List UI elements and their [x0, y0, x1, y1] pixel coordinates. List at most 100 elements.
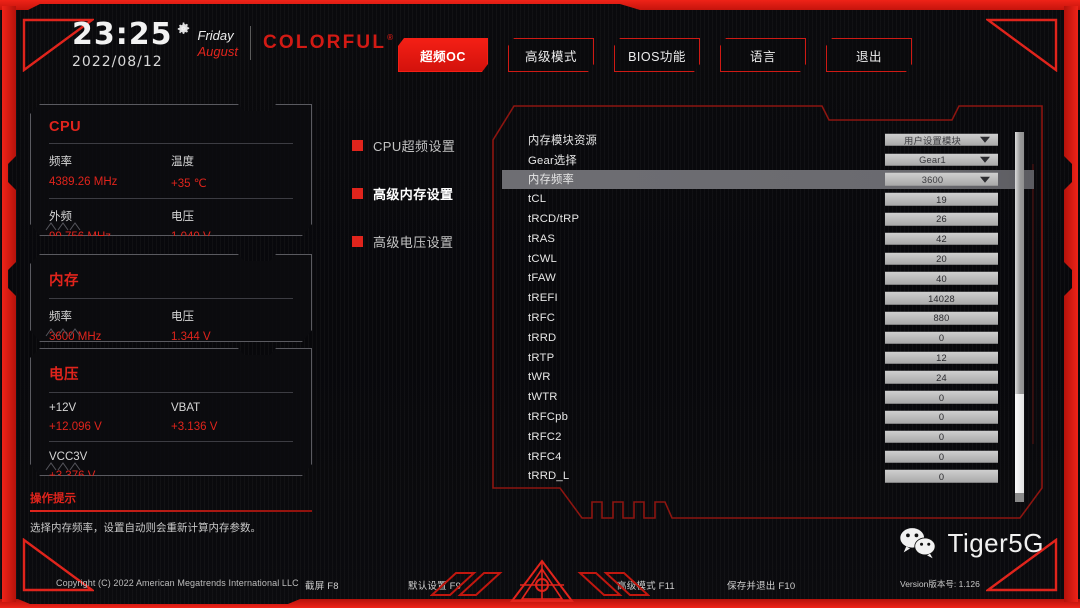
setting-row-twtr[interactable]: tWTR 0 — [502, 387, 1034, 407]
setting-row-trrd-l[interactable]: tRRD_L 0 — [502, 467, 1034, 487]
setting-row-tras[interactable]: tRAS 42 — [502, 229, 1034, 249]
setting-value-field[interactable]: 20 — [885, 252, 998, 265]
bios-screen: 23:25 2022/08/12 Friday August COLORFUL®… — [0, 0, 1080, 608]
setting-row-gear-select[interactable]: Gear选择 Gear1 — [502, 150, 1034, 170]
scrollbar-end-cap — [1015, 493, 1024, 502]
chevron-down-icon — [980, 136, 990, 143]
setting-value-field[interactable]: 0 — [885, 470, 998, 483]
setting-row-memory-frequency[interactable]: 内存频率 3600 — [502, 169, 1034, 190]
tab-language[interactable]: 语言 — [720, 38, 806, 72]
footer-copyright: Copyright (C) 2022 American Megatrends I… — [56, 578, 299, 588]
setting-row-tfaw[interactable]: tFAW 40 — [502, 269, 1034, 289]
info-cell-12v: +12V +12.096 V — [49, 402, 171, 433]
footer-key-save-exit[interactable]: 保存并退出 F10 — [727, 578, 795, 592]
setting-value-field[interactable]: 0 — [885, 410, 998, 424]
footer-wing-left-decoration-icon — [430, 572, 503, 596]
setting-value-dropdown[interactable]: Gear1 — [885, 153, 998, 166]
menu-item-advanced-memory[interactable]: 高级内存设置 — [352, 178, 455, 208]
setting-label: tRFC4 — [528, 450, 562, 463]
setting-row-trefi[interactable]: tREFI 14028 — [502, 288, 1034, 308]
footer-key-screenshot[interactable]: 截屏 F8 — [305, 578, 339, 592]
setting-row-twr[interactable]: tWR 24 — [502, 368, 1034, 388]
setting-label: tREFI — [528, 292, 558, 305]
value: +12.096 V — [49, 421, 102, 433]
setting-row-trfc4[interactable]: tRFC4 0 — [502, 447, 1034, 467]
frame-right-edge — [1064, 6, 1078, 602]
setting-value-field[interactable]: 0 — [885, 430, 998, 444]
setting-value-field[interactable]: 26 — [885, 212, 998, 226]
divider — [49, 441, 293, 442]
setting-label: 内存频率 — [528, 174, 574, 187]
operation-hint: 操作提示 选择内存频率，设置自动则会重新计算内存参数。 — [30, 490, 312, 536]
setting-value-field[interactable]: 40 — [885, 272, 998, 285]
setting-value-field[interactable]: 24 — [885, 371, 998, 384]
info-cell-cpu-freq: 频率 4389.26 MHz — [49, 153, 171, 190]
wechat-icon — [899, 528, 936, 559]
tab-exit[interactable]: 退出 — [826, 38, 912, 72]
setting-row-trfcpb[interactable]: tRFCpb 0 — [502, 407, 1034, 427]
watermark: Tiger5G — [898, 526, 1044, 560]
bullet-square-icon — [352, 139, 363, 151]
setting-value-field[interactable]: 14028 — [885, 292, 998, 305]
tab-bios[interactable]: BIOS功能 — [614, 38, 700, 72]
day-label: Friday — [197, 28, 234, 43]
tab-oc[interactable]: 超频OC — [398, 38, 488, 72]
tab-advanced[interactable]: 高级模式 — [508, 38, 594, 72]
setting-row-trcd-trp[interactable]: tRCD/tRP 26 — [502, 209, 1034, 229]
setting-value-field[interactable]: 0 — [885, 331, 998, 345]
setting-value-field[interactable]: 0 — [885, 450, 998, 463]
setting-value-field[interactable]: 19 — [885, 193, 998, 206]
setting-label: tCL — [528, 193, 547, 206]
divider — [49, 392, 293, 393]
info-card-voltage: 电压 +12V +12.096 V VBAT +3.136 V VCC3V +3… — [30, 348, 312, 476]
setting-row-tcl[interactable]: tCL 19 — [502, 189, 1034, 209]
label: VBAT — [171, 402, 201, 414]
setting-label: tCWL — [528, 252, 558, 265]
footer-version: Version版本号: 1.126 — [900, 579, 980, 589]
divider — [49, 298, 293, 299]
chevron-down-icon — [980, 176, 990, 183]
value: +35 ℃ — [171, 178, 207, 190]
setting-value: 用户设置模块 — [904, 135, 961, 146]
setting-row-trtp[interactable]: tRTP 12 — [502, 348, 1034, 368]
header-divider — [249, 26, 251, 60]
setting-value-field[interactable]: 880 — [885, 311, 998, 325]
setting-value-field[interactable]: 12 — [885, 351, 998, 364]
settings-list[interactable]: 内存模块资源 用户设置模块 Gear选择 Gear1 内存频率 3600 tCL… — [502, 130, 1034, 504]
day-month-block: Friday August — [198, 28, 238, 61]
clock-time: 23:25 — [72, 17, 173, 52]
label: 电压 — [171, 211, 194, 223]
clock-date: 2022/08/12 — [72, 54, 163, 70]
operation-hint-title: 操作提示 — [30, 493, 76, 505]
scrollbar-track[interactable] — [1015, 394, 1024, 502]
month-label: August — [197, 44, 238, 60]
menu-item-cpu-oc[interactable]: CPU超频设置 — [352, 130, 455, 160]
label: 电压 — [171, 311, 194, 323]
scrollbar-thumb[interactable] — [1015, 132, 1024, 394]
setting-row-trfc[interactable]: tRFC 880 — [502, 308, 1034, 328]
brand-logo: COLORFUL® — [263, 32, 394, 54]
setting-label: tFAW — [528, 272, 556, 285]
setting-row-trfc2[interactable]: tRFC2 0 — [502, 427, 1034, 447]
bullet-square-icon — [352, 235, 363, 247]
menu-item-advanced-voltage[interactable]: 高级电压设置 — [352, 226, 455, 256]
setting-value-field[interactable]: 0 — [885, 391, 998, 404]
info-cell-empty — [171, 451, 293, 476]
setting-row-tcwl[interactable]: tCWL 20 — [502, 249, 1034, 269]
label: 温度 — [171, 156, 194, 168]
info-card-cpu: CPU 频率 4389.26 MHz 温度 +35 ℃ 外频 99.756 MH… — [30, 104, 312, 236]
setting-label: Gear选择 — [528, 154, 577, 167]
setting-row-mem-module-source[interactable]: 内存模块资源 用户设置模块 — [502, 130, 1034, 150]
setting-row-trrd[interactable]: tRRD 0 — [502, 328, 1034, 348]
setting-value-dropdown[interactable]: 用户设置模块 — [885, 133, 998, 147]
setting-label: tRRD — [528, 331, 557, 344]
info-card-voltage-title: 电压 — [49, 367, 79, 383]
setting-value-field[interactable]: 42 — [885, 232, 998, 246]
settings-scrollbar[interactable] — [1015, 132, 1024, 502]
gear-icon — [177, 22, 189, 34]
value: +3.136 V — [171, 421, 218, 433]
setting-value-dropdown[interactable]: 3600 — [885, 173, 998, 186]
info-row: 频率 3600 MHz 电压 1.344 V — [49, 308, 293, 342]
menu-item-label: 高级内存设置 — [373, 186, 454, 202]
label: 频率 — [49, 156, 72, 168]
